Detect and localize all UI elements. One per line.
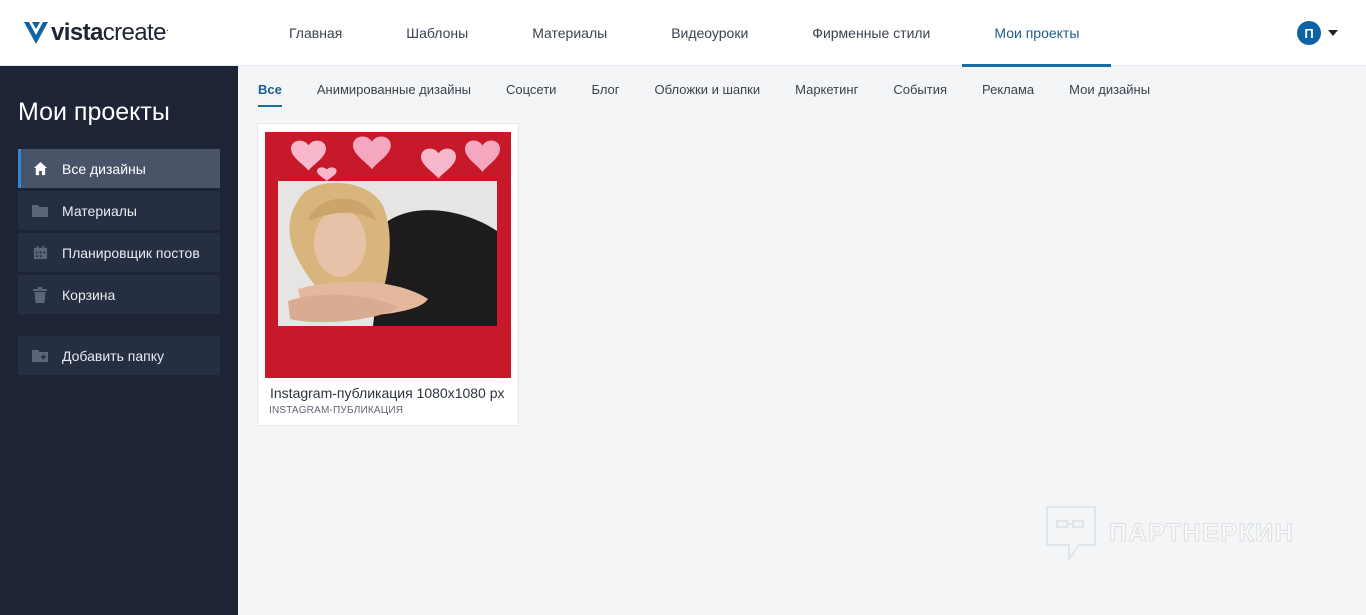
tab-social-media[interactable]: Соцсети (506, 72, 556, 106)
vistacreate-logo[interactable]: vistacreate. (24, 19, 169, 46)
trash-icon (32, 286, 48, 303)
user-menu[interactable]: П (1297, 21, 1338, 45)
nav-my-projects[interactable]: Мои проекты (962, 0, 1112, 67)
add-folder-icon (32, 348, 48, 364)
nav-home[interactable]: Главная (257, 0, 374, 66)
tab-animated-designs[interactable]: Анимированные дизайны (317, 72, 471, 106)
watermark-text: ПАРТНЕРКИН (1108, 518, 1295, 547)
chevron-down-icon[interactable] (1328, 30, 1338, 36)
portrait-photo (278, 181, 497, 326)
sidebar: Мои проекты Все дизайны Материалы Планир… (0, 66, 238, 615)
tab-covers-headers[interactable]: Обложки и шапки (655, 72, 761, 106)
project-thumbnail[interactable] (265, 132, 511, 378)
tab-all[interactable]: Все (258, 72, 282, 107)
calendar-icon (32, 245, 48, 261)
sidebar-item-materials[interactable]: Материалы (18, 191, 220, 230)
sidebar-item-trash[interactable]: Корзина (18, 275, 220, 314)
nav-materials[interactable]: Материалы (500, 0, 639, 66)
tab-ads[interactable]: Реклама (982, 72, 1034, 106)
project-title[interactable]: Instagram-публикация 1080x1080 px (270, 385, 508, 401)
logo-mark-icon (24, 22, 48, 44)
home-icon (32, 161, 48, 177)
sidebar-item-post-planner[interactable]: Планировщик постов (18, 233, 220, 272)
nav-templates[interactable]: Шаблоны (374, 0, 500, 66)
sidebar-item-label: Добавить папку (62, 347, 164, 364)
watermark-logo-icon (1046, 506, 1096, 561)
sidebar-item-label: Корзина (62, 286, 116, 303)
watermark: ПАРТНЕРКИН (1045, 505, 1294, 561)
nav-brand-kits[interactable]: Фирменные стили (780, 0, 962, 66)
sidebar-item-label: Материалы (62, 202, 137, 219)
sidebar-title: Мои проекты (18, 98, 170, 126)
sidebar-item-label: Планировщик постов (62, 244, 200, 261)
avatar[interactable]: П (1297, 21, 1321, 45)
folder-icon (32, 203, 48, 219)
sidebar-item-all-designs[interactable]: Все дизайны (18, 149, 220, 188)
tab-events[interactable]: События (893, 72, 947, 106)
top-bar: vistacreate. Главная Шаблоны Материалы В… (0, 0, 1366, 67)
main-nav: Главная Шаблоны Материалы Видеоуроки Фир… (257, 0, 1112, 67)
tab-marketing[interactable]: Маркетинг (795, 72, 858, 106)
tab-my-designs[interactable]: Мои дизайны (1069, 72, 1150, 106)
nav-video-tutorials[interactable]: Видеоуроки (639, 0, 780, 66)
project-type: INSTAGRAM-ПУБЛИКАЦИЯ (269, 405, 404, 416)
add-folder-button[interactable]: Добавить папку (18, 336, 220, 375)
filter-tabs: Все Анимированные дизайны Соцсети Блог О… (258, 72, 1185, 108)
project-card[interactable]: Instagram-публикация 1080x1080 px INSTAG… (258, 124, 518, 425)
tab-blog[interactable]: Блог (591, 72, 619, 106)
logo-text: vistacreate. (51, 19, 169, 46)
sidebar-item-label: Все дизайны (62, 160, 146, 177)
